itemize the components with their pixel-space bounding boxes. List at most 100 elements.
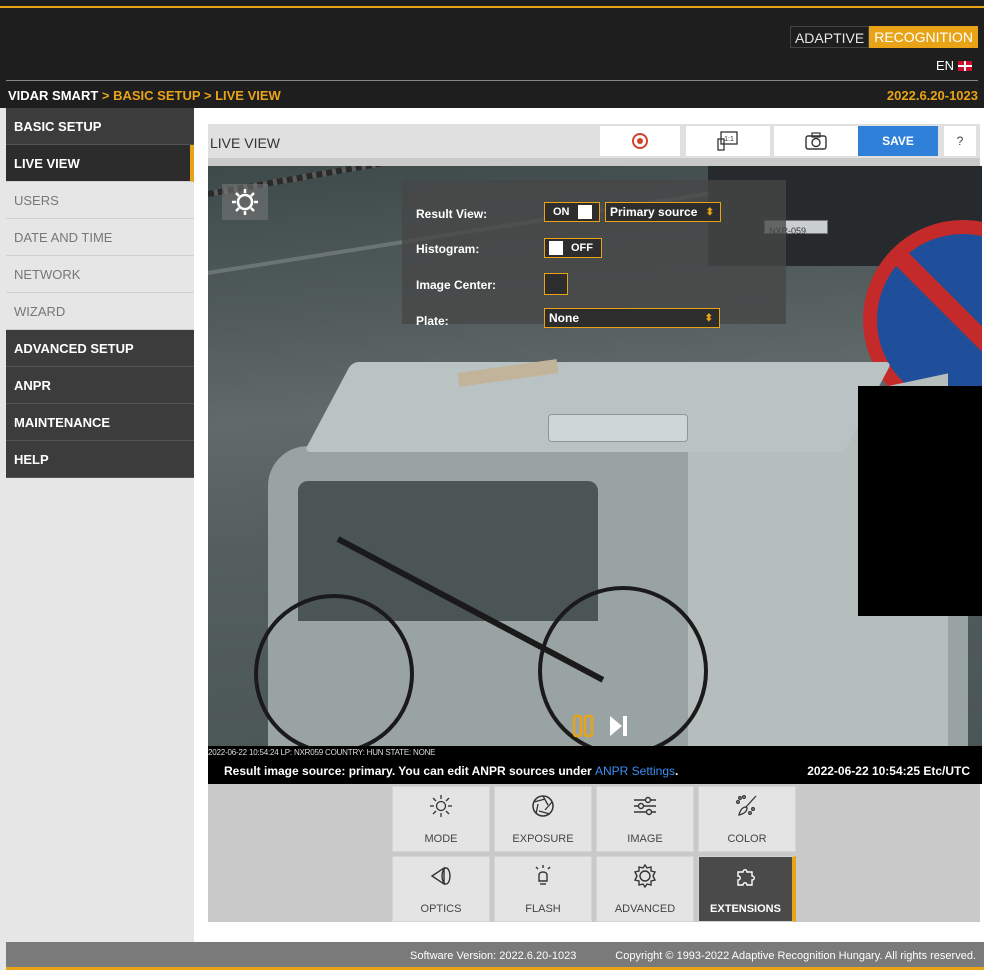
sidebar-item-label: WIZARD [14, 303, 66, 319]
lens-icon [430, 866, 451, 886]
info-prefix: Result image source: primary. You can ed… [224, 764, 595, 778]
sidebar-item-advanced-setup[interactable]: ADVANCED SETUP [6, 330, 194, 367]
ratio-label: 1:1 [724, 136, 734, 143]
sidebar-item-basic-setup[interactable]: BASIC SETUP [6, 108, 194, 145]
sidebar-item-date-and-time[interactable]: DATE AND TIME [6, 219, 194, 256]
tool-exposure[interactable]: EXPOSURE [494, 786, 592, 852]
uk-flag-icon [958, 60, 972, 71]
breadcrumb: VIDAR SMART > BASIC SETUP > LIVE VIEW [8, 88, 281, 103]
page-title: LIVE VIEW [210, 135, 281, 151]
sun-icon [232, 189, 258, 215]
image-center-checkbox[interactable] [544, 273, 568, 295]
chevron-updown-icon: ⬍ [704, 312, 713, 324]
brand-part1: ADAPTIVE [789, 26, 870, 48]
tool-color[interactable]: COLOR [698, 786, 796, 852]
breadcrumb-path[interactable]: > BASIC SETUP > LIVE VIEW [98, 88, 281, 103]
camera-icon [805, 132, 827, 150]
toggle-knob [549, 241, 563, 255]
accent-line [0, 6, 984, 8]
tool-label: IMAGE [627, 833, 663, 845]
pause-icon[interactable] [572, 714, 594, 738]
histogram-state: OFF [571, 242, 593, 254]
sidebar-item-users[interactable]: USERS [6, 182, 194, 219]
sidebar-item-wizard[interactable]: WIZARD [6, 293, 194, 330]
gear-icon [633, 863, 657, 889]
anpr-settings-link[interactable]: ANPR Settings [595, 764, 675, 778]
chevron-updown-icon: ⬍ [705, 206, 714, 218]
tool-advanced[interactable]: ADVANCED [596, 856, 694, 922]
sidebar-item-label: LIVE VIEW [14, 155, 80, 171]
record-button[interactable] [600, 126, 680, 156]
sidebar-item-anpr[interactable]: ANPR [6, 367, 194, 404]
sidebar-item-label: ANPR [14, 377, 51, 393]
recognition-meta: 2022-06-22 10:54:24 LP: NXR059 COUNTRY: … [208, 748, 436, 757]
ratio-icon: 1:1 [717, 131, 738, 151]
histogram-label: Histogram: [416, 242, 480, 256]
sidebar-item-network[interactable]: NETWORK [6, 256, 194, 293]
sidebar-item-label: BASIC SETUP [14, 118, 102, 134]
plate-select[interactable]: None ⬍ [544, 308, 720, 328]
tool-label: FLASH [525, 903, 561, 915]
tool-extensions[interactable]: EXTENSIONS [698, 856, 796, 922]
sidebar-item-label: DATE AND TIME [14, 229, 113, 245]
tool-label: EXPOSURE [512, 833, 574, 845]
tool-label: EXTENSIONS [710, 903, 781, 915]
sidebar-item-label: NETWORK [14, 266, 81, 282]
brand-part2: RECOGNITION [869, 26, 978, 48]
tool-flash[interactable]: FLASH [494, 856, 592, 922]
language-code: EN [935, 58, 954, 73]
sidebar: BASIC SETUP LIVE VIEW USERS DATE AND TIM… [6, 108, 194, 942]
sidebar-item-label: HELP [14, 451, 49, 467]
header-divider [6, 80, 978, 81]
sidebar-item-live-view[interactable]: LIVE VIEW [6, 145, 194, 182]
sidebar-item-label: MAINTENANCE [14, 414, 111, 430]
help-button[interactable]: ? [944, 126, 976, 156]
panel-header: LIVE VIEW 1:1 SAVE ? [208, 124, 980, 158]
step-forward-icon[interactable] [608, 714, 630, 738]
brand-logo: ADAPTIVE RECOGNITION [789, 26, 978, 48]
record-icon [632, 133, 648, 149]
histogram-toggle[interactable]: OFF [544, 238, 602, 258]
info-suffix: . [675, 764, 679, 778]
image-tools-grid: MODE EXPOSURE IMAGE COLOR OPTICS FLASH A… [392, 786, 812, 932]
copyright: Copyright © 1993-2022 Adaptive Recogniti… [615, 950, 976, 962]
zoom-1to1-button[interactable]: 1:1 [686, 126, 770, 156]
tool-label: COLOR [727, 833, 767, 845]
snapshot-button[interactable] [774, 126, 858, 156]
playback-controls [572, 714, 630, 738]
result-source-select[interactable]: Primary source ⬍ [605, 202, 721, 222]
result-view-state: ON [553, 206, 570, 218]
language-selector[interactable]: EN [936, 58, 972, 73]
camera-timestamp: 2022-06-22 10:54:25 Etc/UTC [807, 764, 970, 778]
save-button[interactable]: SAVE [858, 126, 938, 156]
tool-mode[interactable]: MODE [392, 786, 490, 852]
result-source-info: Result image source: primary. You can ed… [224, 764, 678, 778]
sidebar-item-label: USERS [14, 192, 59, 208]
tool-optics[interactable]: OPTICS [392, 856, 490, 922]
van-roof-unit [548, 414, 688, 442]
firmware-version: 2022.6.20-1023 [886, 88, 978, 103]
image-center-label: Image Center: [416, 278, 497, 292]
puzzle-icon [736, 869, 755, 886]
tool-image[interactable]: IMAGE [596, 786, 694, 852]
camera-live-image[interactable]: NXR-059 Result View: ON Primary source ⬍ … [208, 166, 982, 746]
sidebar-item-label: ADVANCED SETUP [14, 340, 134, 356]
sidebar-item-maintenance[interactable]: MAINTENANCE [6, 404, 194, 441]
camera-info-bar: 2022-06-22 10:54:24 LP: NXR059 COUNTRY: … [208, 746, 982, 784]
breadcrumb-root[interactable]: VIDAR SMART [8, 88, 98, 103]
toggle-knob [577, 205, 592, 219]
plate-value: None [549, 311, 579, 325]
brightness-icon [430, 795, 452, 817]
result-view-label: Result View: [416, 207, 488, 221]
software-version: Software Version: 2022.6.20-1023 [410, 950, 577, 962]
privacy-mask [858, 386, 982, 616]
sidebar-item-help[interactable]: HELP [6, 441, 194, 478]
footer: Software Version: 2022.6.20-1023 Copyrig… [6, 942, 984, 970]
display-options-overlay: Result View: ON Primary source ⬍ Histogra… [402, 180, 786, 328]
result-view-toggle[interactable]: ON [544, 202, 600, 222]
app-root: ADAPTIVE RECOGNITION EN VIDAR SMART > BA… [0, 0, 984, 970]
tool-label: MODE [424, 833, 458, 845]
bicycle-back-wheel [254, 594, 414, 746]
display-settings-button[interactable] [222, 184, 268, 220]
aperture-icon [532, 795, 554, 817]
